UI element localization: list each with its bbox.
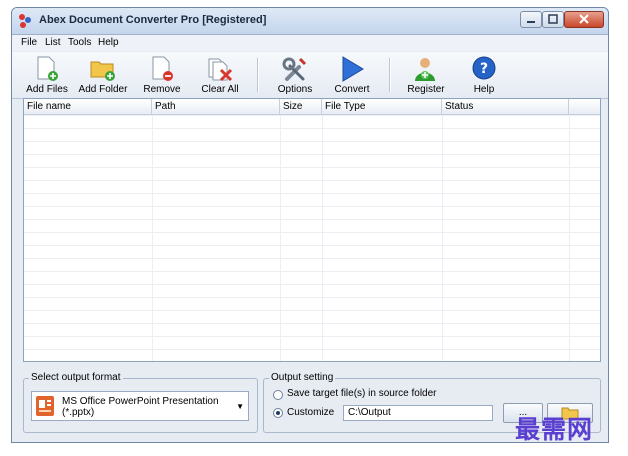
- column-divider: [280, 115, 281, 361]
- customize-label[interactable]: Customize: [287, 407, 334, 418]
- convert-label: Convert: [334, 84, 370, 95]
- close-icon: [579, 14, 589, 24]
- output-format-select[interactable]: MS Office PowerPoint Presentation (*.ppt…: [31, 391, 249, 421]
- menu-tools[interactable]: Tools: [68, 37, 91, 48]
- column-file-type[interactable]: File Type: [322, 99, 442, 114]
- toolbar-separator: [257, 58, 259, 92]
- column-divider: [322, 115, 323, 361]
- list-header: File name Path Size File Type Status: [24, 99, 600, 115]
- output-setting-label: Output setting: [269, 372, 336, 383]
- register-button[interactable]: Register: [400, 52, 452, 98]
- convert-button[interactable]: Convert: [326, 52, 378, 98]
- clear-all-icon: [208, 58, 233, 82]
- toolbar: Add Files Add Folder Remove Clear All Op…: [12, 52, 608, 99]
- maximize-icon: [548, 14, 558, 24]
- list-rows: [24, 115, 600, 361]
- remove-button[interactable]: Remove: [136, 52, 188, 98]
- output-format-extension: (*.pptx): [62, 407, 95, 418]
- minimize-button[interactable]: [520, 11, 542, 28]
- output-format-name: MS Office PowerPoint Presentation: [62, 396, 219, 407]
- add-file-icon: [37, 56, 58, 81]
- options-button[interactable]: Options: [269, 52, 321, 98]
- help-label: Help: [473, 84, 495, 95]
- output-format-label: Select output format: [29, 372, 123, 383]
- menu-bar: File List Tools Help: [12, 35, 608, 51]
- add-folder-button[interactable]: Add Folder: [77, 52, 129, 98]
- output-path-input[interactable]: C:\Output: [343, 405, 493, 421]
- column-divider: [442, 115, 443, 361]
- watermark-text: 最需网: [515, 415, 594, 444]
- menu-help[interactable]: Help: [98, 37, 119, 48]
- output-format-group: Select output format MS Office PowerPoin…: [23, 372, 258, 433]
- tools-icon: [282, 57, 307, 81]
- close-button[interactable]: [564, 11, 604, 28]
- minimize-icon: [527, 21, 535, 23]
- add-folder-label: Add Folder: [78, 84, 128, 95]
- column-size[interactable]: Size: [280, 99, 322, 114]
- add-files-button[interactable]: Add Files: [21, 52, 73, 98]
- chevron-down-icon[interactable]: ▼: [236, 402, 244, 411]
- maximize-button[interactable]: [542, 11, 564, 28]
- remove-file-icon: [152, 56, 173, 81]
- window-title: Abex Document Converter Pro [Registered]: [39, 14, 267, 26]
- column-status[interactable]: Status: [442, 99, 569, 114]
- user-add-icon: [415, 58, 435, 81]
- column-path[interactable]: Path: [152, 99, 280, 114]
- app-icon: [19, 14, 31, 28]
- save-in-source-label[interactable]: Save target file(s) in source folder: [287, 388, 437, 399]
- clear-all-button[interactable]: Clear All: [194, 52, 246, 98]
- svg-text:?: ?: [480, 61, 488, 77]
- options-label: Options: [277, 84, 313, 95]
- powerpoint-icon: [36, 396, 54, 416]
- play-arrow-icon: [342, 56, 364, 82]
- column-divider: [152, 115, 153, 361]
- file-list[interactable]: File name Path Size File Type Status: [23, 98, 601, 362]
- help-icon: ?: [472, 56, 496, 80]
- register-label: Register: [407, 84, 445, 95]
- column-extra: [569, 99, 600, 114]
- output-format-value: MS Office PowerPoint Presentation (*.ppt…: [62, 396, 219, 418]
- remove-label: Remove: [143, 84, 181, 95]
- add-folder-icon: [90, 61, 115, 81]
- app-window: Abex Document Converter Pro [Registered]…: [11, 7, 609, 443]
- column-divider: [569, 115, 570, 361]
- help-button[interactable]: ? Help: [458, 52, 510, 98]
- menu-file[interactable]: File: [21, 37, 37, 48]
- column-file-name[interactable]: File name: [24, 99, 152, 114]
- customize-radio[interactable]: [273, 408, 283, 418]
- menu-list[interactable]: List: [45, 37, 61, 48]
- save-in-source-radio[interactable]: [273, 390, 283, 400]
- toolbar-separator: [389, 58, 391, 92]
- add-files-label: Add Files: [26, 84, 68, 95]
- title-bar: Abex Document Converter Pro [Registered]: [12, 8, 608, 35]
- clear-all-label: Clear All: [201, 84, 239, 95]
